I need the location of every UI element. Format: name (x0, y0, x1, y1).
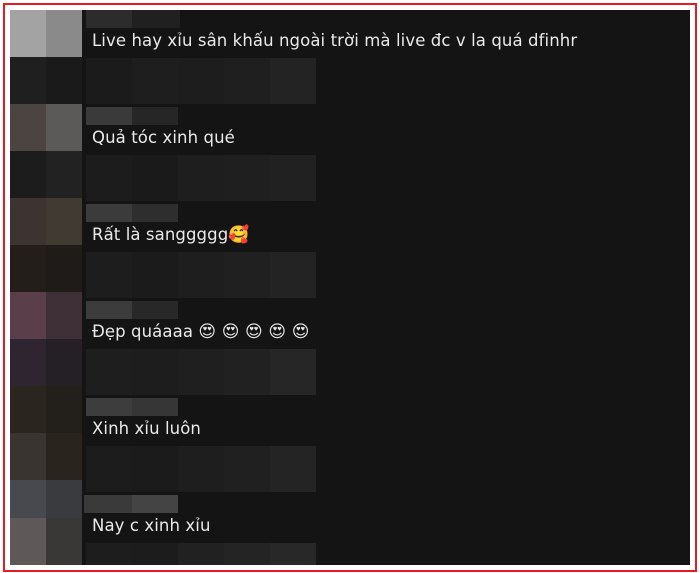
blurred-avatar (46, 198, 82, 245)
comment-item: Xinh xỉu luôn (82, 398, 690, 495)
blurred-avatar (46, 386, 82, 433)
blurred-comment-meta (86, 446, 316, 492)
comment-thread: Live hay xỉu sân khấu ngoài trời mà live… (10, 10, 690, 565)
blurred-avatar (10, 339, 46, 386)
comment-text: Quả tóc xinh qué (92, 125, 235, 151)
smiling-face-with-hearts-icon: 🥰 (228, 225, 250, 245)
blurred-comment-meta (86, 252, 316, 298)
blurred-avatar (46, 10, 82, 57)
blurred-comment-meta (86, 155, 316, 201)
blurred-username (86, 107, 178, 125)
blurred-avatar (10, 57, 46, 104)
blurred-avatar (46, 339, 82, 386)
comment-body: Quả tóc xinh qué (92, 128, 235, 147)
heart-eyes-icon: 😍 😍 😍 😍 😍 (198, 322, 310, 342)
comment-body: Xinh xỉu luôn (92, 419, 201, 438)
blurred-username (86, 398, 178, 416)
comment-body: Nay c xinh xỉu (92, 516, 211, 535)
blurred-avatar-column (10, 10, 82, 565)
comment-item: Rất là sanggggg🥰 (82, 204, 690, 301)
comment-text: Live hay xỉu sân khấu ngoài trời mà live… (92, 28, 577, 54)
blurred-avatar (10, 433, 46, 480)
blurred-avatar (10, 104, 46, 151)
red-outline-frame: Live hay xỉu sân khấu ngoài trời mà live… (3, 3, 697, 572)
comment-text: Xinh xỉu luôn (92, 416, 201, 442)
comment-item: Quả tóc xinh qué (82, 107, 690, 204)
blurred-avatar (10, 198, 46, 245)
blurred-avatar (10, 292, 46, 339)
comment-item: Đẹp quáaaa 😍 😍 😍 😍 😍 (82, 301, 690, 398)
blurred-avatar (46, 57, 82, 104)
blurred-username (86, 301, 178, 319)
blurred-avatar (46, 518, 82, 565)
comment-item: Nay c xinh xỉu (82, 495, 690, 565)
blurred-username (84, 495, 178, 513)
blurred-avatar (46, 433, 82, 480)
blurred-avatar (10, 151, 46, 198)
comment-item: Live hay xỉu sân khấu ngoài trời mà live… (82, 10, 690, 107)
comment-body: Live hay xỉu sân khấu ngoài trời mà live… (92, 31, 578, 50)
blurred-avatar (46, 292, 82, 339)
comment-text: Nay c xinh xỉu (92, 513, 211, 539)
blurred-avatar (46, 245, 82, 292)
blurred-comment-meta (86, 543, 316, 565)
blurred-username (86, 204, 178, 222)
comment-body: Đẹp quáaaa (92, 322, 199, 341)
comment-text: Đẹp quáaaa 😍 😍 😍 😍 😍 (92, 319, 310, 345)
blurred-avatar (46, 104, 82, 151)
blurred-avatar (46, 151, 82, 198)
blurred-comment-meta (86, 349, 316, 395)
blurred-avatar (10, 245, 46, 292)
blurred-avatar (10, 518, 46, 565)
blurred-username (86, 10, 180, 28)
comment-text: Rất là sanggggg🥰 (92, 222, 250, 248)
blurred-avatar (10, 386, 46, 433)
blurred-comment-meta (86, 58, 316, 104)
comment-body: Rất là sanggggg (92, 225, 229, 244)
blurred-avatar (10, 10, 46, 57)
